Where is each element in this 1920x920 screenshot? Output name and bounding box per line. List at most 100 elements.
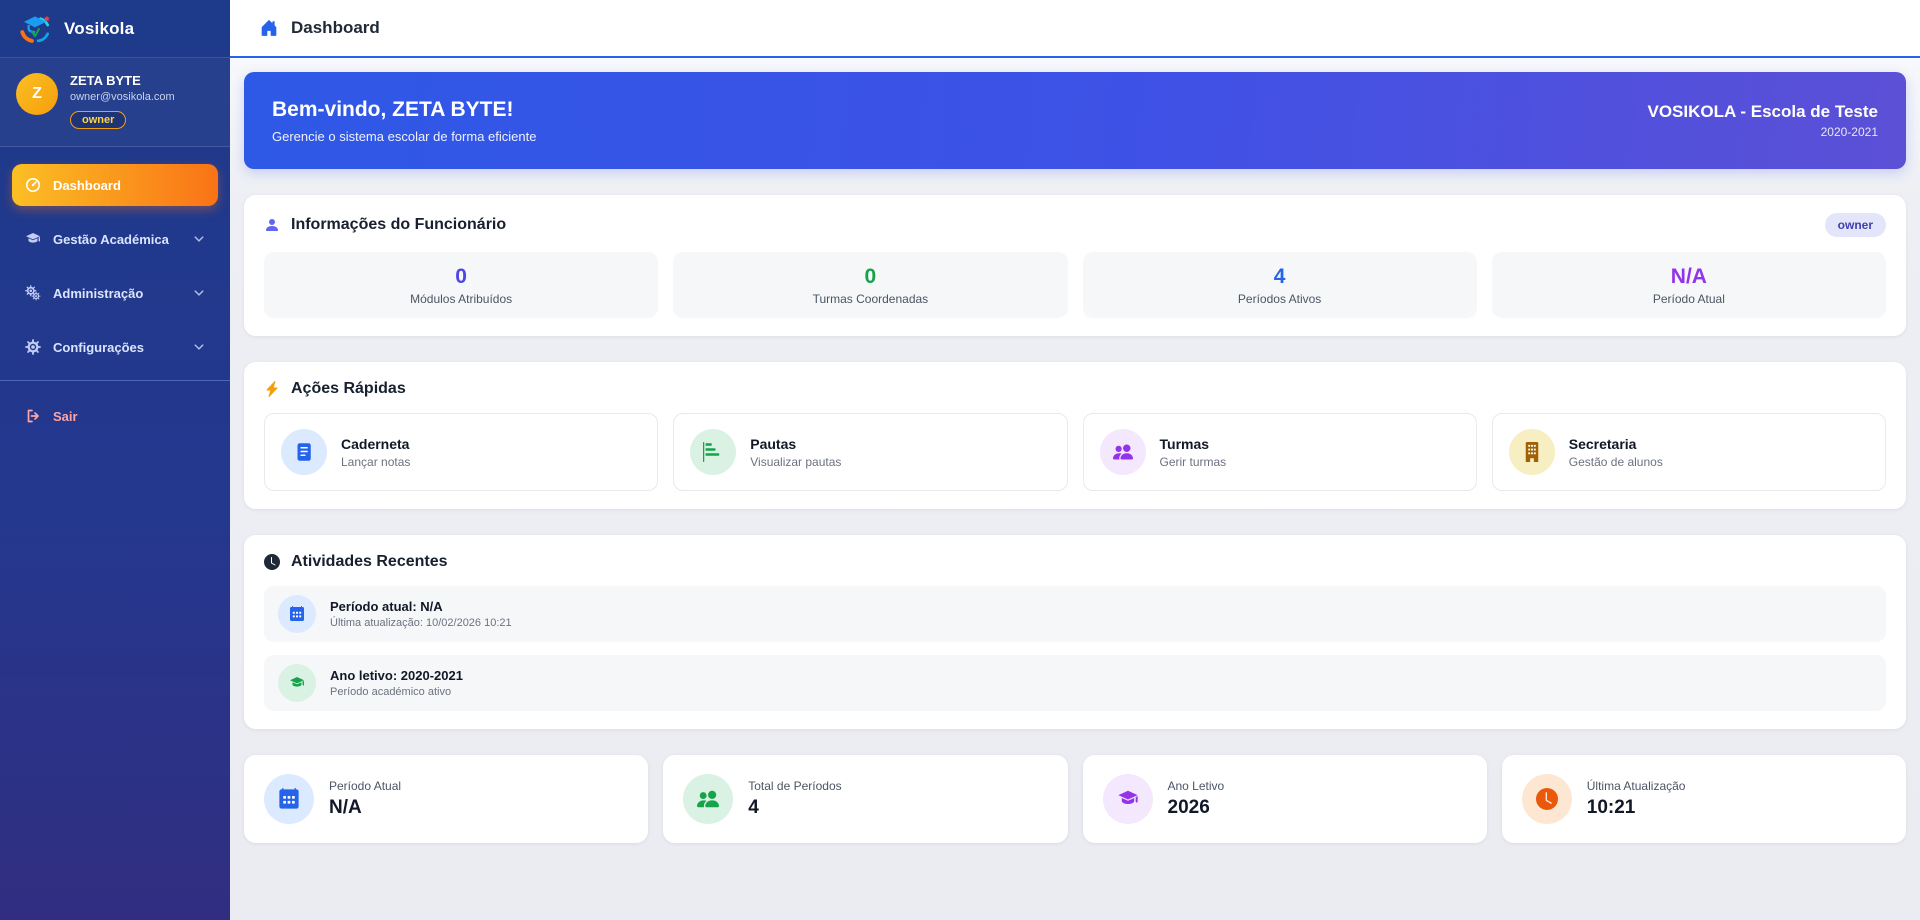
action-secretaria[interactable]: Secretaria Gestão de alunos xyxy=(1491,413,1886,491)
action-title: Caderneta xyxy=(341,435,410,452)
sidebar-item-label: Configurações xyxy=(53,339,145,355)
user-role-badge: owner xyxy=(70,111,127,129)
calendar-icon xyxy=(278,595,316,633)
summary-value: 10:21 xyxy=(1586,797,1636,818)
person-icon xyxy=(264,217,280,233)
employee-info-card: Informações do Funcionário owner 0 Módul… xyxy=(244,195,1906,336)
recent-activities-title: Atividades Recentes xyxy=(291,553,448,570)
action-caderneta[interactable]: Caderneta Lançar notas xyxy=(264,413,659,491)
action-subtitle: Visualizar pautas xyxy=(750,454,842,469)
activity-title: Ano letivo: 2020-2021 xyxy=(330,668,463,683)
action-subtitle: Gestão de alunos xyxy=(1568,454,1663,469)
page-title: Dashboard xyxy=(291,18,380,37)
lightning-icon xyxy=(264,381,280,397)
stat-label: Turmas Coordenadas xyxy=(812,291,929,306)
action-pautas[interactable]: Pautas Visualizar pautas xyxy=(673,413,1068,491)
activity-periodo-atual: Período atual: N/A Última atualização: 1… xyxy=(264,586,1886,642)
main-area: Dashboard Bem-vindo, ZETA BYTE! Gerencie… xyxy=(230,0,1920,920)
banner-title: Bem-vindo, ZETA BYTE! xyxy=(272,97,514,121)
activity-ano-letivo: Ano letivo: 2020-2021 Período académico … xyxy=(264,655,1886,711)
chart-steps-icon xyxy=(690,429,737,475)
user-name: ZETA BYTE xyxy=(70,73,141,88)
recent-activities-card: Atividades Recentes Período atual: N/A Ú… xyxy=(244,535,1906,729)
summary-row: Período Atual N/A Total de Períodos 4 An… xyxy=(244,755,1906,843)
topbar: Dashboard xyxy=(230,0,1920,58)
sidebar: Vosikola Z ZETA BYTE owner@vosikola.com … xyxy=(0,0,230,920)
home-icon[interactable] xyxy=(260,19,278,37)
user-card: Z ZETA BYTE owner@vosikola.com owner xyxy=(0,58,230,147)
action-turmas[interactable]: Turmas Gerir turmas xyxy=(1082,413,1477,491)
activity-title: Período atual: N/A xyxy=(330,599,443,614)
action-title: Pautas xyxy=(750,435,797,452)
summary-label: Última Atualização xyxy=(1586,779,1686,793)
gauge-icon xyxy=(25,177,41,193)
action-title: Secretaria xyxy=(1568,435,1637,452)
building-icon xyxy=(1508,429,1555,475)
stat-periodo-atual: N/A Período Atual xyxy=(1491,252,1886,318)
stat-value: 0 xyxy=(455,264,467,288)
sidebar-item-label: Dashboard xyxy=(53,177,121,193)
people-icon xyxy=(683,774,734,824)
gears-icon xyxy=(25,285,41,301)
summary-card-ultima-atualizacao: Última Atualização 10:21 xyxy=(1501,755,1906,843)
gear-icon xyxy=(25,339,41,355)
banner-subtitle: Gerencie o sistema escolar de forma efic… xyxy=(272,128,537,144)
summary-value: 4 xyxy=(748,797,759,818)
action-subtitle: Gerir turmas xyxy=(1159,454,1227,469)
chevron-down-icon xyxy=(193,341,205,353)
activity-subtitle: Período académico ativo xyxy=(330,686,452,698)
summary-label: Ano Letivo xyxy=(1167,779,1225,793)
action-subtitle: Lançar notas xyxy=(341,454,411,469)
clock-icon xyxy=(264,554,280,570)
sidebar-menu: Dashboard Gestão Académica Administração… xyxy=(0,147,230,920)
stat-value: 4 xyxy=(1273,264,1286,288)
brand: Vosikola xyxy=(0,0,230,58)
graduation-cap-icon xyxy=(25,231,41,247)
stat-label: Período Atual xyxy=(1652,291,1725,306)
app-name: Vosikola xyxy=(64,18,135,38)
sidebar-divider xyxy=(0,380,230,381)
notebook-icon xyxy=(281,429,327,475)
employee-info-title: Informações do Funcionário xyxy=(291,216,507,233)
sidebar-item-gestao-academica[interactable]: Gestão Académica xyxy=(12,218,218,260)
content: Bem-vindo, ZETA BYTE! Gerencie o sistema… xyxy=(230,58,1920,920)
stat-label: Módulos Atribuídos xyxy=(410,291,513,306)
stat-modulos-atribuidos: 0 Módulos Atribuídos xyxy=(264,252,659,318)
banner-school-year: 2020-2021 xyxy=(1820,125,1878,139)
summary-value: N/A xyxy=(329,797,362,818)
sidebar-item-label: Administração xyxy=(53,285,144,301)
logout-icon xyxy=(25,408,41,424)
summary-card-total-periodos: Total de Períodos 4 xyxy=(663,755,1068,843)
calendar-icon xyxy=(264,774,314,824)
stat-value: N/A xyxy=(1670,264,1707,288)
graduation-cap-icon xyxy=(278,664,316,702)
summary-label: Período Atual xyxy=(329,779,402,793)
role-badge: owner xyxy=(1824,213,1886,237)
sidebar-item-dashboard[interactable]: Dashboard xyxy=(12,164,218,206)
sidebar-item-configuracoes[interactable]: Configurações xyxy=(12,326,218,368)
stat-periodos-ativos: 4 Períodos Ativos xyxy=(1082,252,1477,318)
clock-icon xyxy=(1521,774,1572,824)
stat-label: Períodos Ativos xyxy=(1237,291,1322,306)
app-logo-icon xyxy=(20,15,50,43)
stat-turmas-coordenadas: 0 Turmas Coordenadas xyxy=(673,252,1068,318)
welcome-banner: Bem-vindo, ZETA BYTE! Gerencie o sistema… xyxy=(244,72,1906,169)
graduation-cap-icon xyxy=(1102,774,1153,824)
summary-card-ano-letivo: Ano Letivo 2026 xyxy=(1082,755,1487,843)
quick-actions-title: Ações Rápidas xyxy=(291,380,406,397)
avatar: Z xyxy=(16,73,58,115)
quick-actions-card: Ações Rápidas Caderneta Lançar notas Pau… xyxy=(244,362,1906,509)
people-icon xyxy=(1099,429,1146,475)
summary-value: 2026 xyxy=(1167,797,1210,818)
action-title: Turmas xyxy=(1159,435,1210,452)
logout-label: Sair xyxy=(53,408,78,424)
summary-label: Total de Períodos xyxy=(748,779,842,793)
banner-school-name: VOSIKOLA - Escola de Teste xyxy=(1647,102,1878,121)
user-email: owner@vosikola.com xyxy=(70,91,175,103)
activity-subtitle: Última atualização: 10/02/2026 10:21 xyxy=(330,617,512,629)
sidebar-item-logout[interactable]: Sair xyxy=(12,395,218,437)
sidebar-item-administracao[interactable]: Administração xyxy=(12,272,218,314)
chevron-down-icon xyxy=(193,233,205,245)
chevron-down-icon xyxy=(193,287,205,299)
sidebar-item-label: Gestão Académica xyxy=(53,231,169,247)
